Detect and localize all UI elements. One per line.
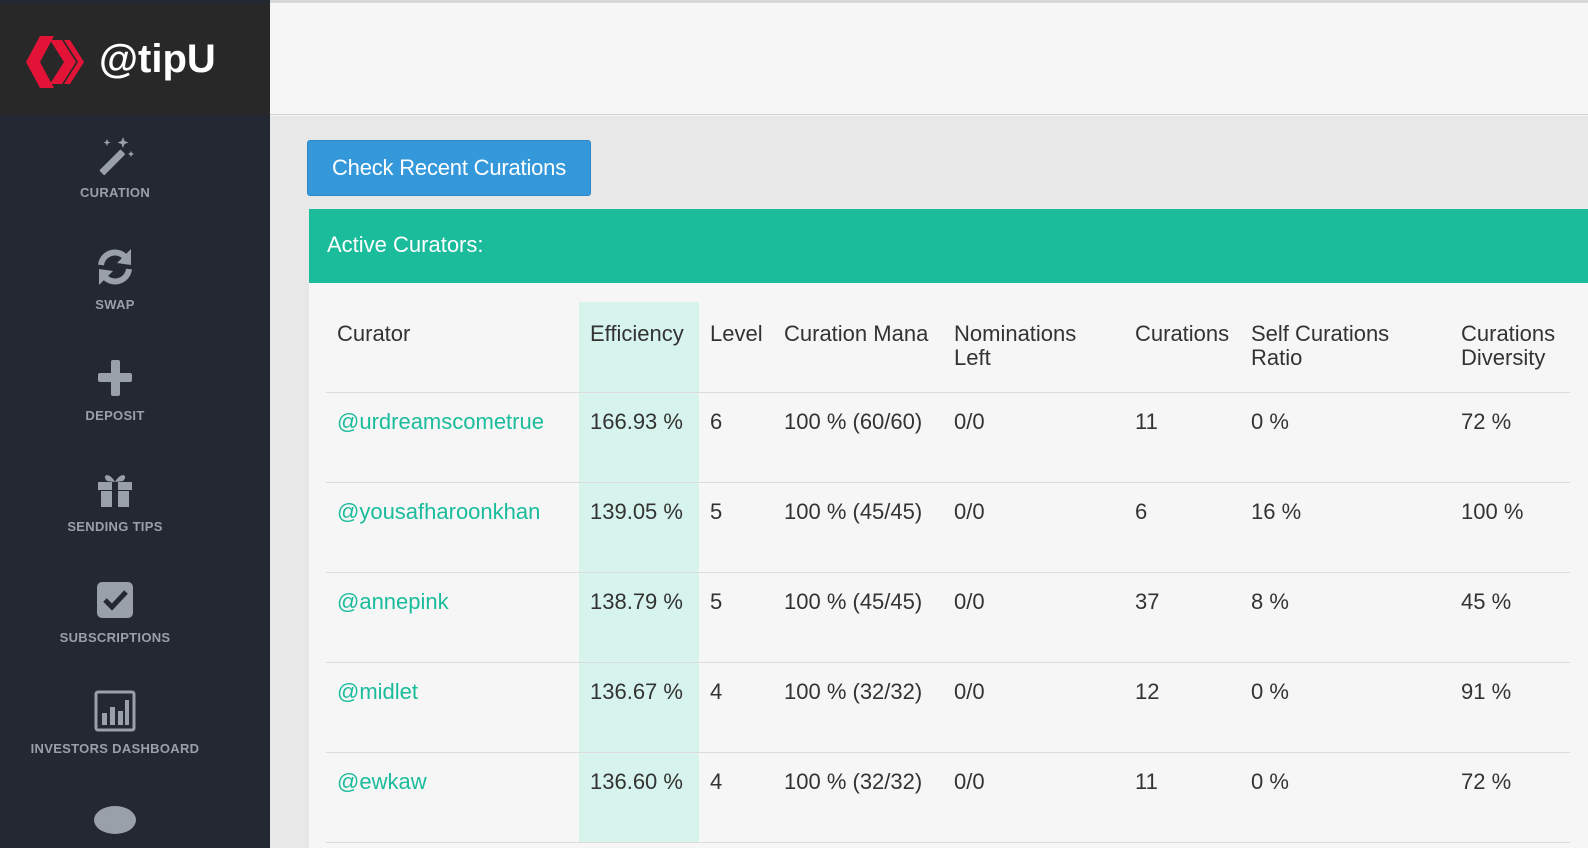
mana-cell: 100 % (32/32) (773, 662, 943, 753)
efficiency-cell: 138.79 % (579, 572, 699, 663)
level-cell: 5 (699, 482, 773, 573)
self-ratio-cell: 0 % (1240, 662, 1450, 753)
checkbox-icon (97, 582, 133, 618)
nav-label-curation: CURATION (79, 185, 151, 200)
nominations-cell: 0/0 (943, 392, 1124, 483)
nominations-cell: 0/0 (943, 662, 1124, 753)
nav-item-deposit[interactable]: DEPOSIT (0, 356, 230, 423)
level-cell: 4 (699, 662, 773, 753)
curations-cell: 11 (1124, 392, 1240, 483)
top-bar (270, 3, 1588, 115)
efficiency-cell: 166.93 % (579, 392, 699, 483)
nav-label-deposit: DEPOSIT (85, 408, 145, 423)
curator-link[interactable]: @ewkaw (337, 769, 427, 794)
level-cell: 6 (699, 392, 773, 483)
nav-label-investors-dashboard: INVESTORS DASHBOARD (30, 741, 200, 756)
bar-chart-icon (94, 690, 136, 732)
partial-nav-icon[interactable] (94, 806, 136, 834)
table-row: @midlet 136.67 % 4 100 % (32/32) 0/0 12 … (326, 662, 1570, 753)
col-header-curation-mana[interactable]: Curation Mana (773, 302, 943, 393)
brand-name: @tipU (99, 37, 216, 81)
col-header-efficiency[interactable]: Efficiency (579, 302, 699, 393)
nav-label-sending-tips: SENDING TIPS (67, 519, 163, 534)
efficiency-cell: 139.05 % (579, 482, 699, 573)
col-header-curations-diversity[interactable]: Curations Diversity (1450, 302, 1570, 393)
level-cell: 5 (699, 572, 773, 663)
sidebar: @tipU CURATION SWAP DEPOSIT SENDING TIPS… (0, 0, 270, 848)
mana-cell: 100 % (45/45) (773, 572, 943, 663)
nav-item-curation[interactable]: CURATION (0, 133, 230, 200)
table-header-row: Curator Efficiency Level Curation Mana N… (326, 302, 1570, 393)
table-row: @yousafharoonkhan 139.05 % 5 100 % (45/4… (326, 482, 1570, 573)
curations-cell: 12 (1124, 662, 1240, 753)
self-ratio-cell: 8 % (1240, 572, 1450, 663)
nav-item-sending-tips[interactable]: SENDING TIPS (0, 467, 230, 534)
refresh-icon (98, 249, 132, 285)
curator-link[interactable]: @annepink (337, 589, 449, 614)
diversity-cell: 45 % (1450, 572, 1570, 663)
nominations-cell: 0/0 (943, 752, 1124, 843)
check-recent-curations-button[interactable]: Check Recent Curations (307, 140, 591, 196)
mana-cell: 100 % (60/60) (773, 392, 943, 483)
table-row: @ewkaw 136.60 % 4 100 % (32/32) 0/0 11 0… (326, 752, 1570, 843)
curator-link[interactable]: @urdreamscometrue (337, 409, 544, 434)
curators-table: Curator Efficiency Level Curation Mana N… (326, 302, 1570, 843)
self-ratio-cell: 16 % (1240, 482, 1450, 573)
col-header-curations[interactable]: Curations (1124, 302, 1240, 393)
self-ratio-cell: 0 % (1240, 752, 1450, 843)
curations-cell: 11 (1124, 752, 1240, 843)
mana-cell: 100 % (45/45) (773, 482, 943, 573)
diversity-cell: 72 % (1450, 752, 1570, 843)
nav-label-swap: SWAP (95, 297, 135, 312)
efficiency-cell: 136.67 % (579, 662, 699, 753)
diversity-cell: 91 % (1450, 662, 1570, 753)
nav-item-subscriptions[interactable]: SUBSCRIPTIONS (0, 578, 230, 645)
nav-item-swap[interactable]: SWAP (0, 245, 230, 312)
mana-cell: 100 % (32/32) (773, 752, 943, 843)
self-ratio-cell: 0 % (1240, 392, 1450, 483)
nominations-cell: 0/0 (943, 482, 1124, 573)
efficiency-cell: 136.60 % (579, 752, 699, 843)
nav-label-subscriptions: SUBSCRIPTIONS (59, 630, 171, 645)
nominations-cell: 0/0 (943, 572, 1124, 663)
panel-title: Active Curators: (309, 209, 1588, 283)
col-header-curator[interactable]: Curator (326, 302, 579, 393)
plus-icon (98, 360, 132, 396)
magic-wand-icon (99, 137, 134, 176)
diversity-cell: 72 % (1450, 392, 1570, 483)
diversity-cell: 100 % (1450, 482, 1570, 573)
curator-link[interactable]: @yousafharoonkhan (337, 499, 540, 524)
nav-item-investors-dashboard[interactable]: INVESTORS DASHBOARD (0, 689, 230, 756)
col-header-self-curations-ratio[interactable]: Self Curations Ratio (1240, 302, 1450, 393)
gift-icon (98, 475, 132, 507)
col-header-level[interactable]: Level (699, 302, 773, 393)
col-header-nominations-left[interactable]: Nominations Left (943, 302, 1124, 393)
level-cell: 4 (699, 752, 773, 843)
curations-cell: 6 (1124, 482, 1240, 573)
hive-logo-icon (26, 36, 84, 88)
curations-cell: 37 (1124, 572, 1240, 663)
curator-link[interactable]: @midlet (337, 679, 418, 704)
table-row: @urdreamscometrue 166.93 % 6 100 % (60/6… (326, 392, 1570, 483)
table-row: @annepink 138.79 % 5 100 % (45/45) 0/0 3… (326, 572, 1570, 663)
active-curators-panel: Active Curators: Curator Efficiency Leve… (309, 209, 1588, 848)
brand-header[interactable]: @tipU (0, 3, 270, 115)
